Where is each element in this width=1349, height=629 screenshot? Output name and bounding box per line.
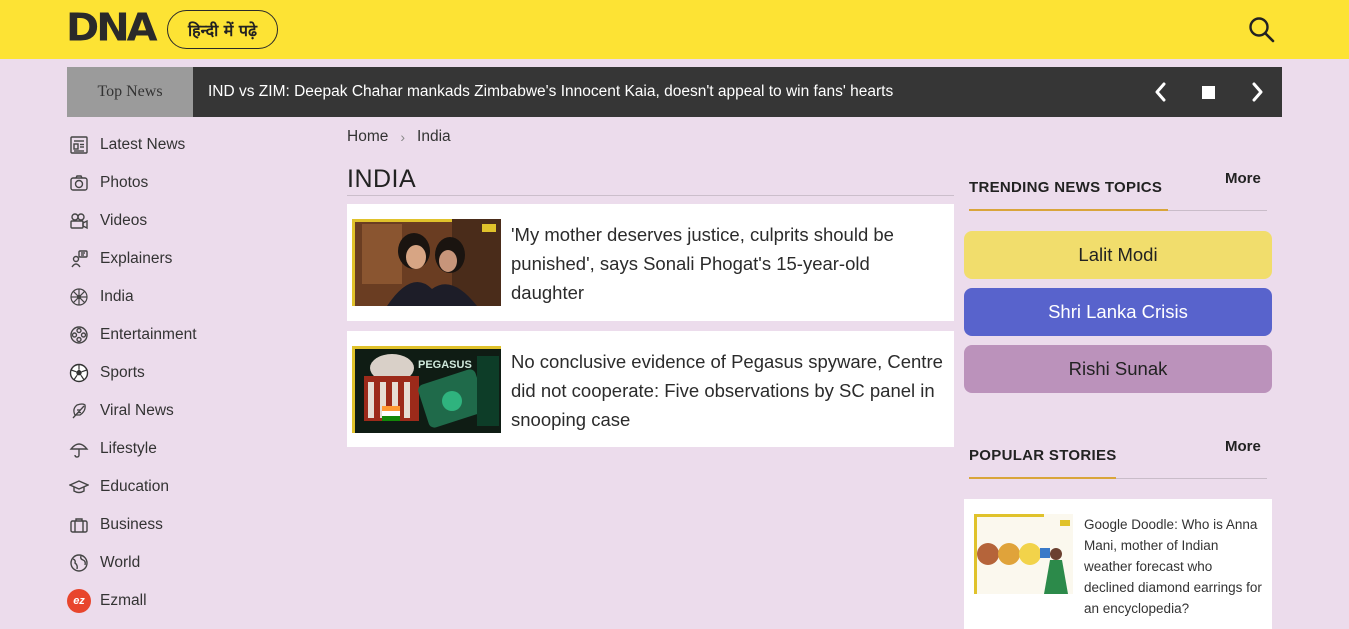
sidebar-item-videos[interactable]: Videos [67,202,267,240]
sidebar-item-latest-news[interactable]: Latest News [67,126,267,164]
film-reel-icon [67,323,91,347]
football-icon [67,361,91,385]
sidebar-item-viral-news[interactable]: Viral News [67,392,267,430]
chevron-right-icon[interactable] [1243,78,1271,106]
article-card[interactable]: 'My mother deserves justice, culprits sh… [347,204,954,321]
story-thumbnail[interactable] [974,514,1073,594]
article-thumbnail[interactable]: PEGASUS [352,346,501,433]
popular-stories-heading: POPULAR STORIES [969,447,1117,464]
ezmall-logo-icon: ez [67,589,91,613]
feather-icon [67,399,91,423]
sidebar-item-ezmall[interactable]: ez Ezmall [67,582,267,620]
popular-divider [969,477,1267,479]
ticker-label: Top News [67,67,193,117]
popular-more-link[interactable]: More [1225,438,1261,455]
popular-story-card[interactable]: Google Doodle: Who is Anna Mani, mother … [964,499,1272,629]
chevron-right-icon: › [400,129,406,145]
sidebar-item-label: Videos [100,212,148,229]
globe-icon [67,551,91,575]
story-headline[interactable]: Google Doodle: Who is Anna Mani, mother … [1084,514,1266,619]
sidebar-item-label: Photos [100,174,149,191]
article-card[interactable]: PEGASUS No conclusive evidence of Pegasu… [347,331,954,447]
sidebar-item-sports[interactable]: Sports [67,354,267,392]
sidebar-item-label: Viral News [100,402,174,419]
top-news-ticker: Top News IND vs ZIM: Deepak Chahar manka… [67,67,1282,117]
trending-divider [969,209,1267,211]
breadcrumb-current: India [417,128,451,145]
chevron-left-icon[interactable] [1147,78,1175,106]
ticker-headline[interactable]: IND vs ZIM: Deepak Chahar mankads Zimbab… [208,67,893,117]
article-headline[interactable]: 'My mother deserves justice, culprits sh… [511,220,946,307]
sidebar-item-label: Explainers [100,250,173,267]
title-divider [347,195,954,196]
sidebar-item-label: World [100,554,141,571]
sidebar-item-label: Latest News [100,136,186,153]
sidebar-item-entertainment[interactable]: Entertainment [67,316,267,354]
read-in-hindi-button[interactable]: हिन्दी में पढ़े [167,10,278,49]
sidebar-nav: Latest News Photos Videos Explainers Ind… [67,126,267,620]
ashoka-chakra-icon [67,285,91,309]
thumbnail-caption: PEGASUS [418,359,472,371]
umbrella-icon [67,437,91,461]
breadcrumb-home-link[interactable]: Home [347,128,388,146]
article-headline[interactable]: No conclusive evidence of Pegasus spywar… [511,347,946,434]
sidebar-item-label: Sports [100,364,145,381]
sidebar-item-business[interactable]: Business [67,506,267,544]
breadcrumb: Home › India [347,128,451,146]
sidebar-item-label: Ezmall [100,592,147,609]
topic-lalit-modi[interactable]: Lalit Modi [964,231,1272,279]
sidebar-item-photos[interactable]: Photos [67,164,267,202]
trending-topics-heading: TRENDING NEWS TOPICS [969,179,1163,196]
sidebar-item-label: Business [100,516,163,533]
explainer-icon [67,247,91,271]
sidebar-item-lifestyle[interactable]: Lifestyle [67,430,267,468]
sidebar-item-india[interactable]: India [67,278,267,316]
trending-more-link[interactable]: More [1225,170,1261,187]
sidebar-item-explainers[interactable]: Explainers [67,240,267,278]
sidebar-item-label: India [100,288,134,305]
sidebar-item-label: Lifestyle [100,440,157,457]
sidebar-item-label: Entertainment [100,326,197,343]
topic-rishi-sunak[interactable]: Rishi Sunak [964,345,1272,393]
article-thumbnail[interactable] [352,219,501,306]
sidebar-item-education[interactable]: Education [67,468,267,506]
page-title: INDIA [347,165,417,193]
newspaper-icon [67,133,91,157]
sidebar-item-label: Education [100,478,169,495]
site-header: DNA हिन्दी में पढ़े [0,0,1349,59]
topic-shri-lanka-crisis[interactable]: Shri Lanka Crisis [964,288,1272,336]
stop-icon[interactable] [1194,78,1222,106]
graduation-cap-icon [67,475,91,499]
dna-logo[interactable]: DNA [66,9,158,47]
sidebar-item-world[interactable]: World [67,544,267,582]
video-icon [67,209,91,233]
search-icon[interactable] [1246,14,1278,46]
briefcase-icon [67,513,91,537]
camera-icon [67,171,91,195]
